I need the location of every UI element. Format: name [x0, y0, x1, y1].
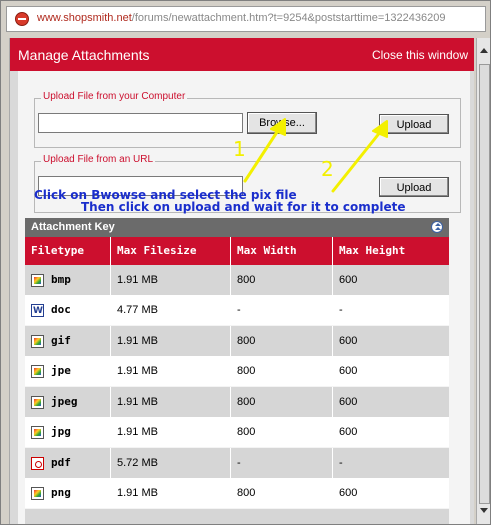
filesize-cell: 4.77 MB: [110, 295, 230, 325]
filetype-cell: bmp: [25, 265, 110, 295]
filetype-cell: jpg: [25, 417, 110, 447]
table-row: gif 1.91 MB 800 600: [25, 326, 449, 356]
browser-window: www.shopsmith.net/forums/newattachment.h…: [0, 0, 491, 525]
column-header-max-filesize: Max Filesize: [110, 237, 230, 265]
filesize-cell: 1.91 MB: [110, 326, 230, 356]
word-doc-icon: [31, 296, 44, 326]
width-cell: 800: [230, 356, 332, 386]
scrollbar-thumb[interactable]: [479, 64, 490, 504]
table-row: jpeg 1.91 MB 800 600: [25, 387, 449, 417]
upload-url-legend: Upload File from an URL: [41, 154, 156, 165]
upload-url-button[interactable]: Upload: [379, 177, 449, 197]
upload-button[interactable]: Upload: [379, 114, 449, 134]
pdf-file-icon: [31, 456, 44, 470]
width-cell: 800: [230, 387, 332, 417]
address-bar[interactable]: www.shopsmith.net/forums/newattachment.h…: [6, 6, 486, 32]
image-file-icon: [31, 395, 44, 409]
image-file-icon: [31, 486, 44, 500]
table-row: png 1.91 MB 800 600: [25, 478, 449, 508]
attachment-table-body: bmp 1.91 MB 800 600 doc 4.77 MB - - gif …: [25, 265, 449, 524]
filetype-cell: doc: [25, 295, 110, 326]
filetype-cell: pdf: [25, 448, 110, 478]
scroll-down-arrow-icon[interactable]: [479, 505, 490, 516]
step-2-number: 2: [321, 157, 334, 181]
table-row: pdf 5.72 MB - -: [25, 448, 449, 478]
table-row: jpe 1.91 MB 800 600: [25, 356, 449, 386]
width-cell: -: [230, 448, 332, 478]
step-1-number: 1: [233, 137, 246, 161]
height-cell: 600: [332, 265, 449, 295]
table-row: bmp 1.91 MB 800 600: [25, 265, 449, 295]
address-text[interactable]: www.shopsmith.net/forums/newattachment.h…: [37, 12, 445, 24]
image-file-icon: [31, 425, 44, 439]
width-cell: 800: [230, 265, 332, 295]
filetype-cell: gif: [25, 326, 110, 356]
height-cell: -: [332, 295, 449, 325]
width-cell: 800: [230, 478, 332, 508]
height-cell: 600: [332, 326, 449, 356]
filesize-cell: 1.91 MB: [110, 387, 230, 417]
column-header-max-height: Max Height: [332, 237, 449, 265]
filetype-cell: png: [25, 478, 110, 508]
dialog-title: Manage Attachments: [18, 47, 150, 63]
attachment-key-title: Attachment Key: [31, 221, 115, 233]
upload-computer-legend: Upload File from your Computer: [41, 91, 188, 102]
height-cell: 600: [332, 478, 449, 508]
width-cell: -: [230, 295, 332, 325]
instruction-line-2: Then click on upload and wait for it to …: [81, 200, 406, 214]
scroll-up-arrow-icon[interactable]: [479, 46, 490, 57]
filesize-cell: 1.91 MB: [110, 265, 230, 295]
width-cell: 800: [230, 326, 332, 356]
table-row: doc 4.77 MB - -: [25, 295, 449, 326]
image-file-icon: [31, 334, 44, 348]
height-cell: 600: [332, 417, 449, 447]
image-file-icon: [31, 364, 44, 378]
column-header-filetype: Filetype: [31, 244, 84, 257]
table-row-partial: [25, 509, 449, 524]
filetype-cell: jpe: [25, 356, 110, 386]
collapse-icon[interactable]: [431, 221, 443, 233]
image-file-icon: [31, 273, 44, 287]
table-row: jpg 1.91 MB 800 600: [25, 417, 449, 447]
height-cell: -: [332, 448, 449, 478]
filesize-cell: 1.91 MB: [110, 417, 230, 447]
column-header-max-width: Max Width: [230, 237, 332, 265]
filesize-cell: 5.72 MB: [110, 448, 230, 478]
filetype-cell: jpeg: [25, 387, 110, 417]
file-path-input[interactable]: [38, 113, 243, 133]
height-cell: 600: [332, 387, 449, 417]
height-cell: 600: [332, 356, 449, 386]
vertical-scrollbar[interactable]: [476, 38, 490, 524]
attachment-table-header: Filetype Max Filesize Max Width Max Heig…: [25, 237, 449, 265]
filesize-cell: 1.91 MB: [110, 356, 230, 386]
attachment-key-bar: Attachment Key: [25, 218, 449, 237]
close-window-link[interactable]: Close this window: [372, 48, 468, 62]
site-icon: [15, 12, 29, 26]
browse-button[interactable]: Browse...: [247, 112, 317, 134]
width-cell: 800: [230, 417, 332, 447]
upload-from-computer-section: Upload File from your Computer Browse...…: [34, 91, 461, 148]
filesize-cell: 1.91 MB: [110, 478, 230, 508]
dialog-header: Manage Attachments Close this window: [10, 38, 474, 71]
